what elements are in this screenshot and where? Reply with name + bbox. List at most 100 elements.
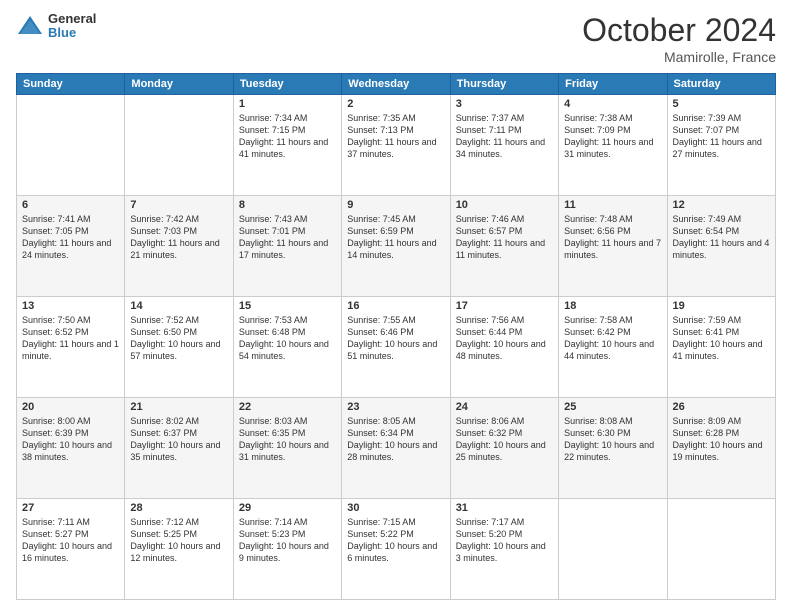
cell-day-number: 18 [564, 300, 661, 312]
cell-day-number: 20 [22, 401, 119, 413]
cell-info: Sunrise: 7:11 AMSunset: 5:27 PMDaylight:… [22, 516, 119, 565]
calendar-cell: 2 Sunrise: 7:35 AMSunset: 7:13 PMDaylight… [342, 95, 450, 196]
cell-info: Sunrise: 7:35 AMSunset: 7:13 PMDaylight:… [347, 112, 444, 161]
cell-info: Sunrise: 7:39 AMSunset: 7:07 PMDaylight:… [673, 112, 770, 161]
calendar-cell: 20 Sunrise: 8:00 AMSunset: 6:39 PMDayligh… [17, 398, 125, 499]
cell-day-number: 23 [347, 401, 444, 413]
cell-info: Sunrise: 7:38 AMSunset: 7:09 PMDaylight:… [564, 112, 661, 161]
cell-info: Sunrise: 8:08 AMSunset: 6:30 PMDaylight:… [564, 415, 661, 464]
col-header-friday: Friday [559, 74, 667, 95]
cell-info: Sunrise: 7:49 AMSunset: 6:54 PMDaylight:… [673, 213, 770, 262]
cell-day-number: 2 [347, 98, 444, 110]
cell-day-number: 11 [564, 199, 661, 211]
header: General Blue October 2024 Mamirolle, Fra… [16, 12, 776, 65]
cell-day-number: 31 [456, 502, 553, 514]
cell-day-number: 5 [673, 98, 770, 110]
logo: General Blue [16, 12, 96, 41]
calendar-cell: 19 Sunrise: 7:59 AMSunset: 6:41 PMDayligh… [667, 297, 775, 398]
week-row-1: 1 Sunrise: 7:34 AMSunset: 7:15 PMDaylight… [17, 95, 776, 196]
cell-day-number: 16 [347, 300, 444, 312]
cell-info: Sunrise: 8:00 AMSunset: 6:39 PMDaylight:… [22, 415, 119, 464]
week-row-4: 20 Sunrise: 8:00 AMSunset: 6:39 PMDayligh… [17, 398, 776, 499]
calendar-cell: 18 Sunrise: 7:58 AMSunset: 6:42 PMDayligh… [559, 297, 667, 398]
month-title: October 2024 [582, 12, 776, 49]
logo-text: General Blue [48, 12, 96, 41]
header-row: SundayMondayTuesdayWednesdayThursdayFrid… [17, 74, 776, 95]
calendar-cell: 9 Sunrise: 7:45 AMSunset: 6:59 PMDaylight… [342, 196, 450, 297]
cell-day-number: 1 [239, 98, 336, 110]
col-header-monday: Monday [125, 74, 233, 95]
cell-day-number: 8 [239, 199, 336, 211]
cell-info: Sunrise: 8:09 AMSunset: 6:28 PMDaylight:… [673, 415, 770, 464]
cell-info: Sunrise: 7:58 AMSunset: 6:42 PMDaylight:… [564, 314, 661, 363]
logo-blue-text: Blue [48, 26, 96, 40]
calendar-cell: 8 Sunrise: 7:43 AMSunset: 7:01 PMDaylight… [233, 196, 341, 297]
calendar-cell: 11 Sunrise: 7:48 AMSunset: 6:56 PMDayligh… [559, 196, 667, 297]
calendar-cell: 30 Sunrise: 7:15 AMSunset: 5:22 PMDayligh… [342, 499, 450, 600]
calendar-cell: 1 Sunrise: 7:34 AMSunset: 7:15 PMDaylight… [233, 95, 341, 196]
cell-day-number: 19 [673, 300, 770, 312]
calendar-cell: 31 Sunrise: 7:17 AMSunset: 5:20 PMDayligh… [450, 499, 558, 600]
calendar-cell: 12 Sunrise: 7:49 AMSunset: 6:54 PMDayligh… [667, 196, 775, 297]
calendar-cell [667, 499, 775, 600]
calendar-cell: 13Sunrise: 7:50 AMSunset: 6:52 PMDayligh… [17, 297, 125, 398]
cell-info: Sunrise: 8:05 AMSunset: 6:34 PMDaylight:… [347, 415, 444, 464]
title-section: October 2024 Mamirolle, France [582, 12, 776, 65]
cell-day-number: 4 [564, 98, 661, 110]
calendar-cell: 17 Sunrise: 7:56 AMSunset: 6:44 PMDayligh… [450, 297, 558, 398]
cell-day-number: 15 [239, 300, 336, 312]
col-header-tuesday: Tuesday [233, 74, 341, 95]
col-header-saturday: Saturday [667, 74, 775, 95]
week-row-2: 6 Sunrise: 7:41 AMSunset: 7:05 PMDaylight… [17, 196, 776, 297]
calendar-cell: 29 Sunrise: 7:14 AMSunset: 5:23 PMDayligh… [233, 499, 341, 600]
col-header-wednesday: Wednesday [342, 74, 450, 95]
cell-info: Sunrise: 7:15 AMSunset: 5:22 PMDaylight:… [347, 516, 444, 565]
cell-info: Sunrise: 7:48 AMSunset: 6:56 PMDaylight:… [564, 213, 661, 262]
calendar-cell: 21 Sunrise: 8:02 AMSunset: 6:37 PMDayligh… [125, 398, 233, 499]
cell-info: Sunrise: 7:17 AMSunset: 5:20 PMDaylight:… [456, 516, 553, 565]
calendar-cell: 22Sunrise: 8:03 AMSunset: 6:35 PMDayligh… [233, 398, 341, 499]
cell-info: Sunrise: 7:53 AMSunset: 6:48 PMDaylight:… [239, 314, 336, 363]
cell-day-number: 21 [130, 401, 227, 413]
cell-info: Sunrise: 8:06 AMSunset: 6:32 PMDaylight:… [456, 415, 553, 464]
calendar-cell: 5 Sunrise: 7:39 AMSunset: 7:07 PMDaylight… [667, 95, 775, 196]
cell-info: Sunrise: 7:34 AMSunset: 7:15 PMDaylight:… [239, 112, 336, 161]
cell-info: Sunrise: 7:56 AMSunset: 6:44 PMDaylight:… [456, 314, 553, 363]
cell-day-number: 28 [130, 502, 227, 514]
cell-info: Sunrise: 7:41 AMSunset: 7:05 PMDaylight:… [22, 213, 119, 262]
cell-day-number: 17 [456, 300, 553, 312]
calendar-cell: 4 Sunrise: 7:38 AMSunset: 7:09 PMDaylight… [559, 95, 667, 196]
cell-info: Sunrise: 7:43 AMSunset: 7:01 PMDaylight:… [239, 213, 336, 262]
cell-day-number: 12 [673, 199, 770, 211]
calendar-cell: 24Sunrise: 8:06 AMSunset: 6:32 PMDayligh… [450, 398, 558, 499]
cell-day-number: 30 [347, 502, 444, 514]
cell-info: Sunrise: 7:55 AMSunset: 6:46 PMDaylight:… [347, 314, 444, 363]
cell-day-number: 26 [673, 401, 770, 413]
cell-day-number: 7 [130, 199, 227, 211]
calendar-cell: 10Sunrise: 7:46 AMSunset: 6:57 PMDayligh… [450, 196, 558, 297]
cell-day-number: 27 [22, 502, 119, 514]
calendar-cell [17, 95, 125, 196]
col-header-sunday: Sunday [17, 74, 125, 95]
cell-day-number: 29 [239, 502, 336, 514]
calendar-table: SundayMondayTuesdayWednesdayThursdayFrid… [16, 73, 776, 600]
cell-info: Sunrise: 8:03 AMSunset: 6:35 PMDaylight:… [239, 415, 336, 464]
cell-info: Sunrise: 7:14 AMSunset: 5:23 PMDaylight:… [239, 516, 336, 565]
cell-info: Sunrise: 8:02 AMSunset: 6:37 PMDaylight:… [130, 415, 227, 464]
cell-info: Sunrise: 7:59 AMSunset: 6:41 PMDaylight:… [673, 314, 770, 363]
cell-day-number: 6 [22, 199, 119, 211]
cell-day-number: 9 [347, 199, 444, 211]
calendar-cell: 28Sunrise: 7:12 AMSunset: 5:25 PMDayligh… [125, 499, 233, 600]
calendar-cell: 15 Sunrise: 7:53 AMSunset: 6:48 PMDayligh… [233, 297, 341, 398]
calendar-cell: 16 Sunrise: 7:55 AMSunset: 6:46 PMDayligh… [342, 297, 450, 398]
calendar-cell: 25Sunrise: 8:08 AMSunset: 6:30 PMDayligh… [559, 398, 667, 499]
cell-day-number: 3 [456, 98, 553, 110]
col-header-thursday: Thursday [450, 74, 558, 95]
week-row-3: 13Sunrise: 7:50 AMSunset: 6:52 PMDayligh… [17, 297, 776, 398]
logo-general-text: General [48, 12, 96, 26]
calendar-cell [559, 499, 667, 600]
calendar-cell: 26 Sunrise: 8:09 AMSunset: 6:28 PMDayligh… [667, 398, 775, 499]
calendar-cell: 27 Sunrise: 7:11 AMSunset: 5:27 PMDayligh… [17, 499, 125, 600]
cell-day-number: 14 [130, 300, 227, 312]
cell-info: Sunrise: 7:45 AMSunset: 6:59 PMDaylight:… [347, 213, 444, 262]
